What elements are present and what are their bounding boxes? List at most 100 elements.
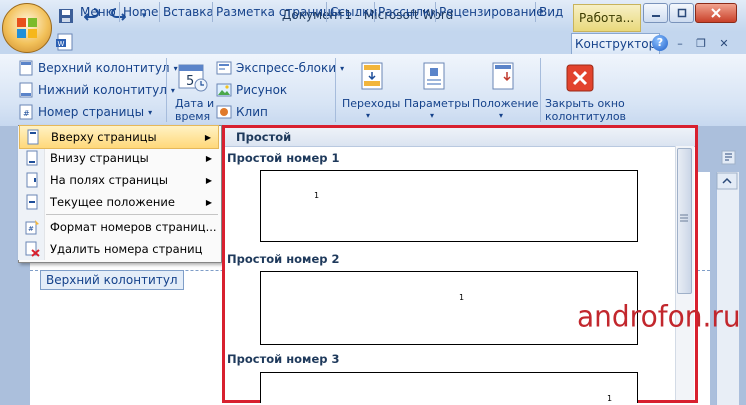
menu-item-label: Формат номеров страниц... xyxy=(50,220,217,234)
gallery-item-simple-number-3[interactable] xyxy=(260,372,638,403)
tab-page-layout[interactable]: Разметка страницы xyxy=(212,2,344,22)
tab-insert[interactable]: Вставка xyxy=(159,2,217,22)
menu-item-label: Текущее положение xyxy=(50,195,175,209)
close-header-footer-label-1[interactable]: Закрыть окно xyxy=(545,97,625,110)
quick-parts-icon xyxy=(216,61,232,75)
menu-item-label: Вверху страницы xyxy=(51,130,157,144)
restore-icon xyxy=(677,8,686,18)
options-dropdown-icon[interactable]: ▾ xyxy=(430,109,434,122)
tab-home[interactable]: Home xyxy=(119,2,161,22)
minimize-icon xyxy=(651,15,660,17)
menu-item-page-margins[interactable]: На полях страницы ▶ xyxy=(19,169,219,191)
navigation-label[interactable]: Переходы xyxy=(342,97,400,110)
tab-design[interactable]: Конструктор xyxy=(571,33,661,54)
position-dropdown-icon[interactable]: ▾ xyxy=(499,109,503,122)
tab-mailings[interactable]: Рассылки xyxy=(374,2,441,22)
submenu-arrow-icon: ▶ xyxy=(205,197,212,207)
format-page-numbers-icon: # xyxy=(25,220,39,235)
gallery-item-label-1: Простой номер 1 xyxy=(227,151,340,165)
header-label: Верхний колонтитул xyxy=(38,61,170,75)
page-margins-icon xyxy=(26,172,38,188)
picture-icon xyxy=(216,83,232,97)
picture-button[interactable]: Рисунок xyxy=(216,82,287,98)
menu-item-top-of-page[interactable]: Вверху страницы ▶ xyxy=(19,125,219,149)
scroll-grip-icon xyxy=(680,214,688,222)
menu-item-remove-page-numbers[interactable]: Удалить номера страниц xyxy=(19,238,219,260)
gallery-item-simple-number-1[interactable] xyxy=(260,170,638,242)
top-of-page-icon xyxy=(27,129,39,145)
menu-item-bottom-of-page[interactable]: Внизу страницы ▶ xyxy=(19,147,219,169)
page-number-preview-2: 1 xyxy=(459,293,465,302)
clip-art-icon xyxy=(216,105,232,119)
page-number-button[interactable]: # Номер страницы ▾ xyxy=(18,104,152,120)
options-label[interactable]: Параметры xyxy=(404,97,470,110)
remove-page-numbers-icon xyxy=(25,241,40,257)
svg-text:5: 5 xyxy=(186,74,194,89)
menu-item-label: На полях страницы xyxy=(50,173,168,187)
gallery-section-header xyxy=(225,128,695,147)
menu-item-current-position[interactable]: Текущее положение ▶ xyxy=(19,191,219,213)
menu-item-format-page-numbers[interactable]: # Формат номеров страниц... xyxy=(19,216,219,238)
close-header-footer-label-2[interactable]: колонтитулов xyxy=(545,110,626,123)
picture-label: Рисунок xyxy=(236,83,288,97)
submenu-arrow-icon: ▶ xyxy=(205,153,212,163)
gallery-item-label-3: Простой номер 3 xyxy=(227,352,340,366)
close-header-footer-icon[interactable] xyxy=(566,64,594,92)
scroll-up-icon[interactable] xyxy=(716,172,738,190)
menu-separator xyxy=(46,214,218,215)
bottom-of-page-icon xyxy=(26,150,38,166)
tab-review[interactable]: Рецензирование xyxy=(435,2,547,22)
ruler-toggle-icon[interactable] xyxy=(721,150,736,165)
footer-label: Нижний колонтитул xyxy=(38,83,167,97)
footer-button[interactable]: Нижний колонтитул ▾ xyxy=(18,82,175,98)
submenu-arrow-icon: ▶ xyxy=(205,175,212,185)
position-icon[interactable] xyxy=(487,60,519,92)
maximize-button[interactable] xyxy=(669,3,694,23)
gallery-item-label-2: Простой номер 2 xyxy=(227,252,340,266)
navigation-dropdown-icon[interactable]: ▾ xyxy=(366,109,370,122)
vertical-scrollbar[interactable] xyxy=(716,172,739,405)
menu-item-label: Удалить номера страниц xyxy=(50,242,203,256)
office-logo-icon xyxy=(17,18,37,38)
options-icon[interactable] xyxy=(418,60,450,92)
menu-item-label: Внизу страницы xyxy=(50,151,149,165)
svg-text:#: # xyxy=(28,225,34,233)
minimize-button[interactable] xyxy=(643,3,668,23)
ribbon-minimize-icon[interactable]: – xyxy=(672,36,688,50)
tab-references[interactable]: Ссылки xyxy=(326,2,380,22)
close-icon xyxy=(711,8,721,18)
calendar-icon[interactable]: 5 xyxy=(176,60,208,92)
save-icon[interactable] xyxy=(56,6,76,26)
header-area-tag: Верхний колонтитул xyxy=(40,270,184,290)
office-button[interactable] xyxy=(2,3,52,53)
position-label[interactable]: Положение xyxy=(472,97,539,110)
svg-text:#: # xyxy=(23,109,30,118)
navigation-icon[interactable] xyxy=(356,60,388,92)
tab-menu[interactable]: Меню xyxy=(77,2,119,22)
ribbon-restore-icon[interactable]: ❐ xyxy=(693,36,709,50)
date-time-label-1[interactable]: Дата и xyxy=(175,97,214,110)
context-tab-title: Работа... xyxy=(573,4,641,32)
svg-text:W: W xyxy=(58,40,65,48)
submenu-arrow-icon: ▶ xyxy=(204,132,211,142)
clip-label: Клип xyxy=(236,105,268,119)
page-number-preview-1: 1 xyxy=(314,191,320,200)
tab-view[interactable]: Вид xyxy=(535,2,566,22)
date-time-label-2[interactable]: время xyxy=(175,110,210,123)
page-number-label: Номер страницы xyxy=(38,105,145,119)
close-window-button[interactable] xyxy=(695,3,737,23)
quick-parts-label: Экспресс-блоки xyxy=(236,61,337,75)
page-number-preview-3: 1 xyxy=(607,394,613,403)
gallery-section-title: Простой xyxy=(236,130,292,144)
word-document-icon[interactable]: W xyxy=(56,33,74,51)
header-icon xyxy=(19,60,33,76)
footer-icon xyxy=(19,82,33,98)
header-button[interactable]: Верхний колонтитул ▾ xyxy=(18,60,178,76)
quick-parts-button[interactable]: Экспресс-блоки ▾ xyxy=(216,60,344,76)
current-position-icon xyxy=(26,194,38,210)
help-icon[interactable]: ? xyxy=(652,35,668,51)
page-number-icon: # xyxy=(19,104,33,120)
watermark-text: androfon.ru xyxy=(577,299,741,334)
ribbon-close-icon[interactable]: ✕ xyxy=(716,36,732,50)
clip-button[interactable]: Клип xyxy=(216,104,268,120)
